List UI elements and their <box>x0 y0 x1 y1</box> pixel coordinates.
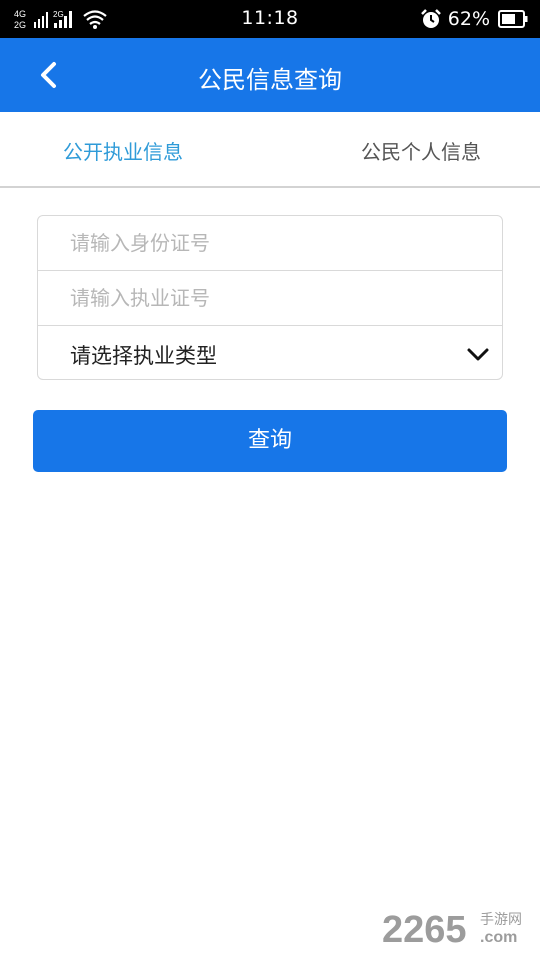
query-form: 请选择执业类型 <box>37 215 503 380</box>
app-bar: 公民信息查询 <box>0 38 540 112</box>
site-watermark-logo: 2265 手游网 .com <box>382 909 522 950</box>
page-title: 公民信息查询 <box>198 66 342 94</box>
svg-text:手游网: 手游网 <box>480 912 522 928</box>
tab-personal-info[interactable]: 公民个人信息 <box>361 136 481 165</box>
id-number-row <box>38 216 502 270</box>
practice-type-select[interactable]: 请选择执业类型 <box>38 325 502 380</box>
license-number-row <box>38 270 502 325</box>
svg-text:2265: 2265 <box>382 909 467 950</box>
battery-percent: 62% <box>447 8 490 30</box>
alarm-icon <box>420 9 441 28</box>
chevron-down-icon <box>467 348 489 361</box>
battery-icon <box>498 10 528 28</box>
practice-type-value: 请选择执业类型 <box>70 344 217 368</box>
tab-public-practice-info[interactable]: 公开执业信息 <box>63 136 183 165</box>
license-number-input[interactable] <box>68 279 472 317</box>
status-right: 62% <box>420 7 528 31</box>
id-number-input[interactable] <box>68 224 472 262</box>
query-button[interactable]: 查询 <box>33 410 507 472</box>
svg-text:.com: .com <box>480 929 517 946</box>
status-bar: 4G 2G 2G 11:18 62% <box>0 0 540 38</box>
tab-bar: 公开执业信息 公民个人信息 <box>0 112 540 188</box>
